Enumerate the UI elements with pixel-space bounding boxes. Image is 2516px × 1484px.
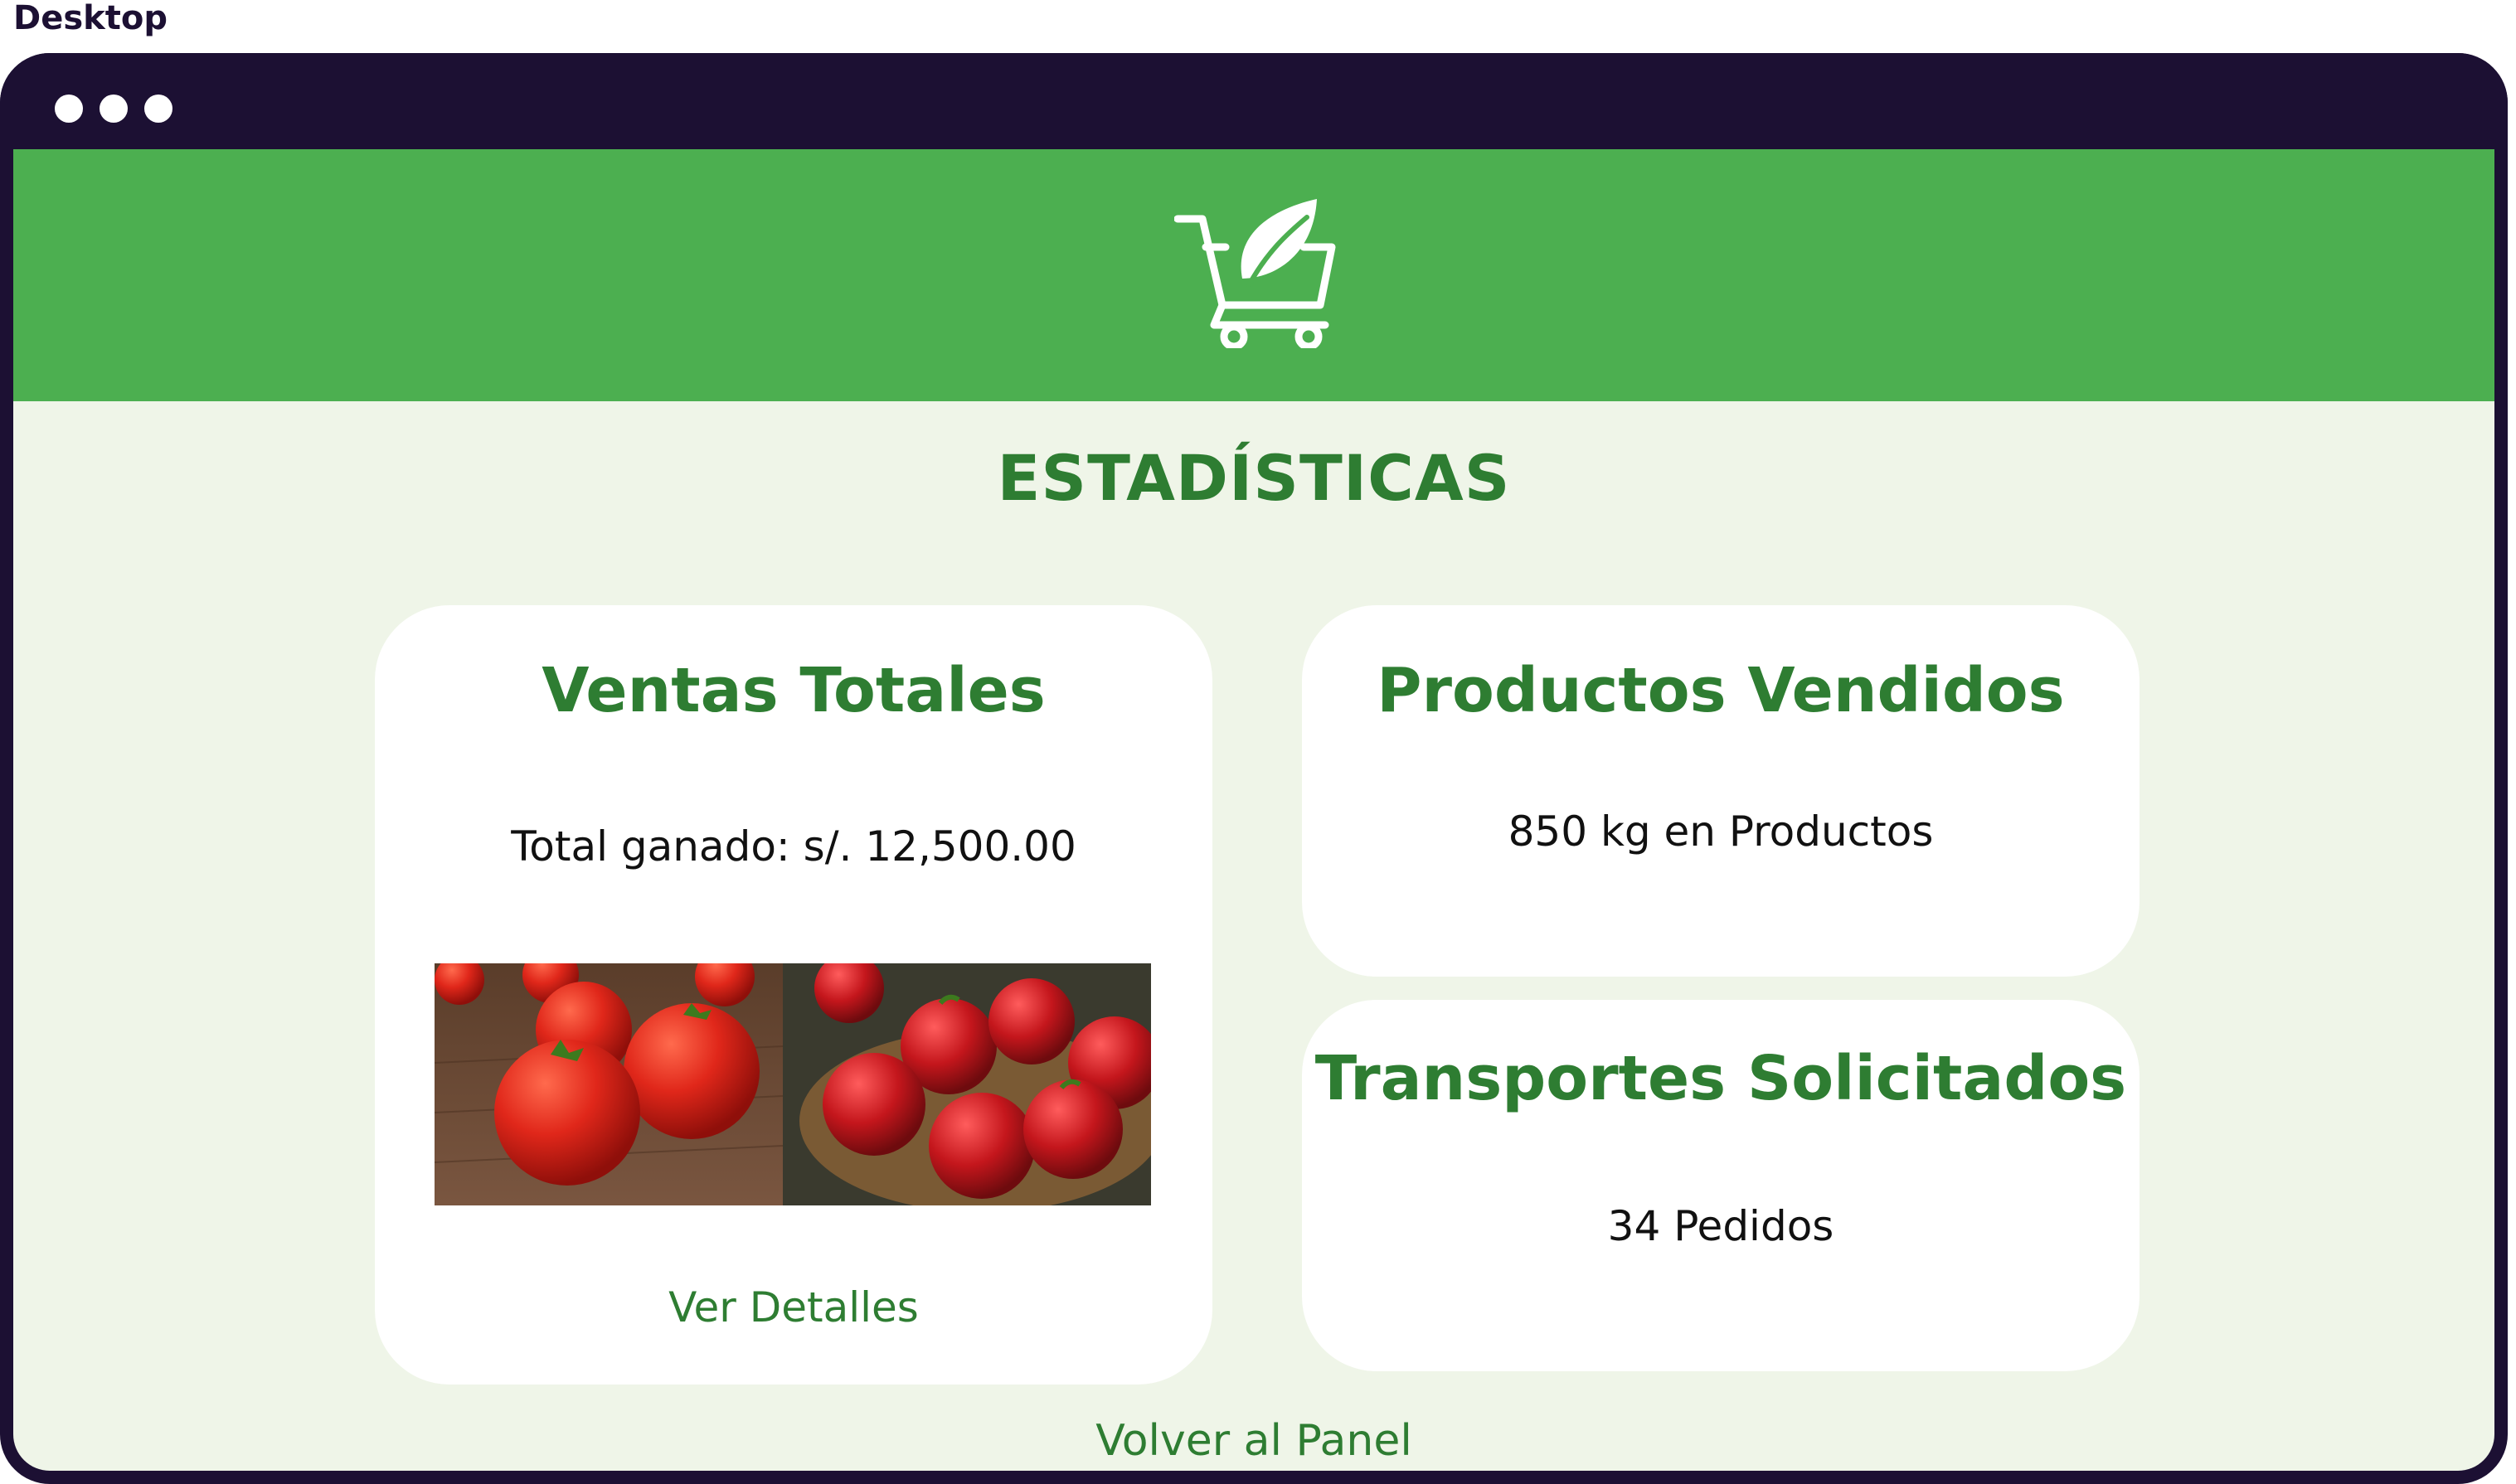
- sales-card: Ventas Totales Total ganado: s/. 12,500.…: [375, 605, 1212, 1385]
- transport-card-title: Transportes Solicitados: [1314, 1043, 2127, 1114]
- transport-orders-text: 34 Pedidos: [1607, 1202, 1834, 1250]
- window-control-dot[interactable]: [55, 95, 83, 123]
- products-card: Productos Vendidos 850 kg en Productos: [1302, 605, 2140, 977]
- tomatoes-photo: [435, 963, 783, 1205]
- transport-card: Transportes Solicitados 34 Pedidos: [1302, 1000, 2140, 1371]
- view-details-link[interactable]: Ver Detalles: [375, 1283, 1212, 1331]
- sales-total-text: Total ganado: s/. 12,500.00: [511, 822, 1076, 871]
- products-card-title: Productos Vendidos: [1377, 655, 2065, 726]
- page-content: ESTADÍSTICAS Ventas Totales Total ganado…: [13, 149, 2494, 1471]
- products-sold-text: 850 kg en Productos: [1508, 807, 1934, 856]
- window-control-dot[interactable]: [144, 95, 172, 123]
- sales-card-title: Ventas Totales: [542, 655, 1046, 726]
- browser-window: ESTADÍSTICAS Ventas Totales Total ganado…: [0, 53, 2508, 1484]
- header-banner: [13, 149, 2494, 401]
- window-control-dot[interactable]: [100, 95, 128, 123]
- cart-leaf-icon: [1174, 199, 1336, 348]
- apples-photo: [783, 963, 1151, 1205]
- window-titlebar: [0, 53, 2508, 149]
- product-photos: [435, 963, 1151, 1205]
- back-to-panel-link[interactable]: Volver al Panel: [13, 1416, 2494, 1466]
- page-title: ESTADÍSTICAS: [997, 441, 1511, 515]
- frame-label: Desktop: [13, 0, 168, 37]
